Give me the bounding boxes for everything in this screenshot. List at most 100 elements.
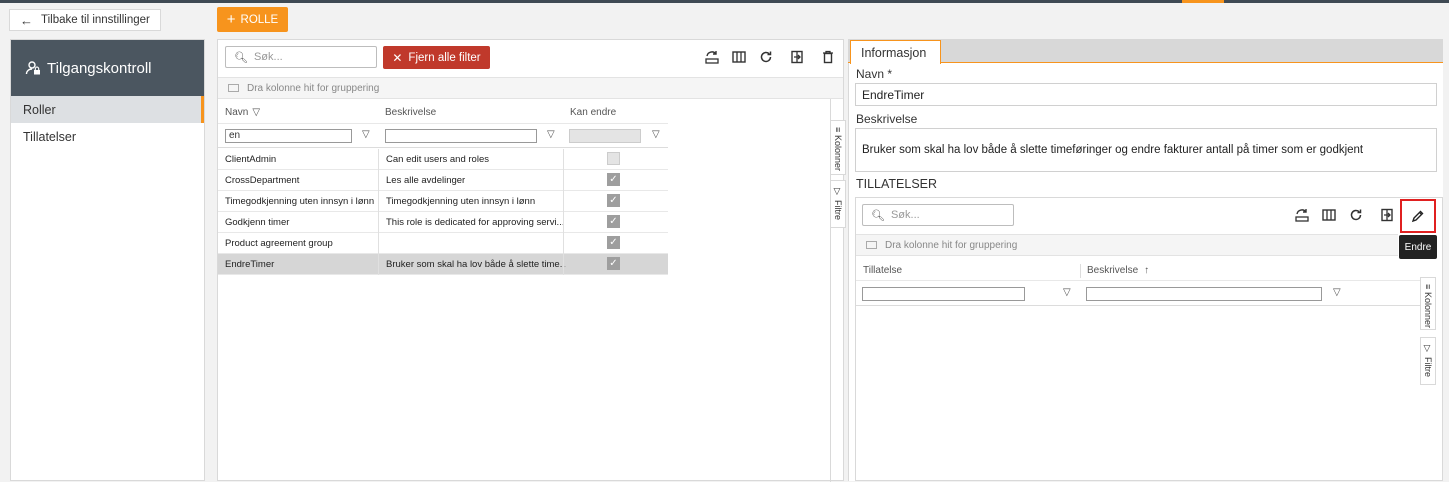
cell-name: Product agreement group <box>225 238 333 249</box>
columns-icon[interactable] <box>731 49 747 65</box>
export-icon[interactable] <box>789 49 805 65</box>
clear-filters-label: Fjern alle filter <box>408 51 481 64</box>
funnel-icon: ▽ <box>1423 344 1433 357</box>
add-role-button[interactable]: + ROLLE <box>217 7 288 32</box>
reset-layout-icon[interactable] <box>704 49 720 65</box>
table-row[interactable]: Godkjenn timer This role is dedicated fo… <box>218 212 668 233</box>
can-edit-checkbox <box>607 152 620 165</box>
add-role-label: ROLLE <box>240 13 279 26</box>
group-drop-zone[interactable]: Dra kolonne hit for gruppering <box>856 234 1398 256</box>
can-edit-checkbox: ✓ <box>607 215 620 228</box>
columns-side-tab[interactable]: ≡ Kolonner <box>1420 277 1436 330</box>
top-bar <box>0 0 1449 3</box>
search-icon: 🔍︎ <box>871 209 885 222</box>
sidebar-title: Tilgangskontroll <box>47 59 152 77</box>
funnel-icon[interactable]: ▽ <box>1063 287 1071 298</box>
filter-icon: ▽ <box>252 107 261 118</box>
reset-layout-icon[interactable] <box>1294 207 1310 223</box>
table-row[interactable]: CrossDepartment Les alle avdelinger ✓ <box>218 170 668 191</box>
side-tab-label: Kolonner <box>1423 291 1433 328</box>
col-header-label: Kan endre <box>570 107 617 118</box>
refresh-icon[interactable] <box>758 49 774 65</box>
clear-filters-button[interactable]: ✕ Fjern alle filter <box>383 46 490 69</box>
col-divider <box>378 149 379 275</box>
can-edit-checkbox: ✓ <box>607 257 620 270</box>
col-divider <box>563 149 564 275</box>
permissions-search-input[interactable]: 🔍︎ Søk... <box>862 204 1014 226</box>
cell-name: Godkjenn timer <box>225 217 290 228</box>
can-edit-filter-select[interactable] <box>569 129 641 143</box>
can-edit-checkbox: ✓ <box>607 194 620 207</box>
group-hint: Dra kolonne hit for gruppering <box>247 82 380 94</box>
back-button-label: Tilbake til innstillinger <box>41 14 150 26</box>
trash-icon[interactable] <box>820 49 836 65</box>
sort-asc-icon: ↑ <box>1144 265 1150 276</box>
edit-button[interactable] <box>1400 199 1436 233</box>
table-row-selected[interactable]: EndreTimer Bruker som skal ha lov både å… <box>218 254 668 275</box>
sidebar-item-label: Roller <box>23 102 56 117</box>
col-header-beskrivelse[interactable]: Beskrivelse ↑ <box>1087 265 1149 276</box>
search-icon: 🔍︎ <box>234 51 248 64</box>
columns-icon[interactable] <box>1321 207 1337 223</box>
sidebar-header: Tilgangskontroll <box>11 40 204 96</box>
funnel-icon: ▽ <box>833 187 843 200</box>
filters-side-tab[interactable]: ▽ Filtre <box>830 180 846 228</box>
can-edit-checkbox: ✓ <box>607 236 620 249</box>
columns-side-tab[interactable]: ≡ Kolonner <box>830 120 846 175</box>
grid-body: ClientAdmin Can edit users and roles Cro… <box>218 149 668 275</box>
export-icon[interactable] <box>1379 207 1395 223</box>
search-placeholder: Søk... <box>890 209 920 221</box>
col-header-beskrivelse[interactable]: Beskrivelse <box>385 107 436 118</box>
tab-informasjon[interactable]: Informasjon <box>850 40 941 64</box>
columns-icon: ≡ <box>1423 284 1433 292</box>
sidebar-item-label: Tillatelser <box>23 129 77 144</box>
back-button[interactable]: ← Tilbake til innstillinger <box>9 9 161 31</box>
col-header-tillatelse[interactable]: Tillatelse <box>863 265 902 276</box>
side-tab-label: Kolonner <box>833 134 843 171</box>
cell-desc: Bruker som skal ha lov både å slette tim… <box>386 259 566 270</box>
col-header-kan-endre[interactable]: Kan endre <box>570 107 616 118</box>
table-row[interactable]: Timegodkjenning uten innsyn i lønn Timeg… <box>218 191 668 212</box>
permissions-title: TILLATELSER <box>856 177 938 191</box>
cell-name: EndreTimer <box>225 259 275 270</box>
plus-icon: + <box>226 11 236 28</box>
roles-grid: 🔍︎ Søk... ✕ Fjern alle filter Dra kolonn… <box>217 39 846 482</box>
user-lock-icon <box>25 61 40 75</box>
col-header-label: Beskrivelse <box>1087 265 1139 276</box>
funnel-icon[interactable]: ▽ <box>1333 287 1341 298</box>
edit-tooltip: Endre <box>1399 235 1437 259</box>
col-header-navn[interactable]: Navn ▽ <box>225 107 260 118</box>
sidebar-item-tillatelser[interactable]: Tillatelser <box>11 123 204 150</box>
funnel-icon[interactable]: ▽ <box>362 129 370 140</box>
search-placeholder: Søk... <box>253 51 283 63</box>
group-hint: Dra kolonne hit for gruppering <box>885 239 1018 251</box>
name-field[interactable]: EndreTimer <box>855 83 1437 106</box>
table-row[interactable]: ClientAdmin Can edit users and roles <box>218 149 668 170</box>
refresh-icon[interactable] <box>1348 207 1364 223</box>
cell-desc: This role is dedicated for approving ser… <box>386 217 565 228</box>
name-label: Navn * <box>856 67 893 81</box>
funnel-icon[interactable]: ▽ <box>547 129 555 140</box>
desc-filter-input[interactable] <box>385 129 537 143</box>
cell-name: CrossDepartment <box>225 175 300 186</box>
sidebar: Tilgangskontroll Roller Tillatelser <box>10 39 205 481</box>
description-field[interactable]: Bruker som skal ha lov både å slette tim… <box>855 128 1437 172</box>
pencil-icon <box>1411 210 1424 223</box>
table-row[interactable]: Product agreement group ✓ <box>218 233 668 254</box>
perm-name-filter-input[interactable] <box>862 287 1025 301</box>
columns-icon: ≡ <box>833 127 843 135</box>
name-filter-input[interactable]: en <box>225 129 352 143</box>
close-icon: ✕ <box>392 50 403 65</box>
col-header-label: Tillatelse <box>863 265 903 276</box>
group-icon <box>866 241 877 249</box>
group-icon <box>228 84 239 92</box>
can-edit-checkbox: ✓ <box>607 173 620 186</box>
tab-label: Informasjon <box>861 45 927 60</box>
perm-desc-filter-input[interactable] <box>1086 287 1322 301</box>
funnel-icon[interactable]: ▽ <box>652 129 660 140</box>
side-tab-label: Filtre <box>1423 356 1433 377</box>
filters-side-tab[interactable]: ▽ Filtre <box>1420 337 1436 385</box>
group-drop-zone[interactable]: Dra kolonne hit for gruppering <box>218 77 843 99</box>
grid-search-input[interactable]: 🔍︎ Søk... <box>225 46 377 68</box>
sidebar-item-roller[interactable]: Roller <box>11 96 204 123</box>
